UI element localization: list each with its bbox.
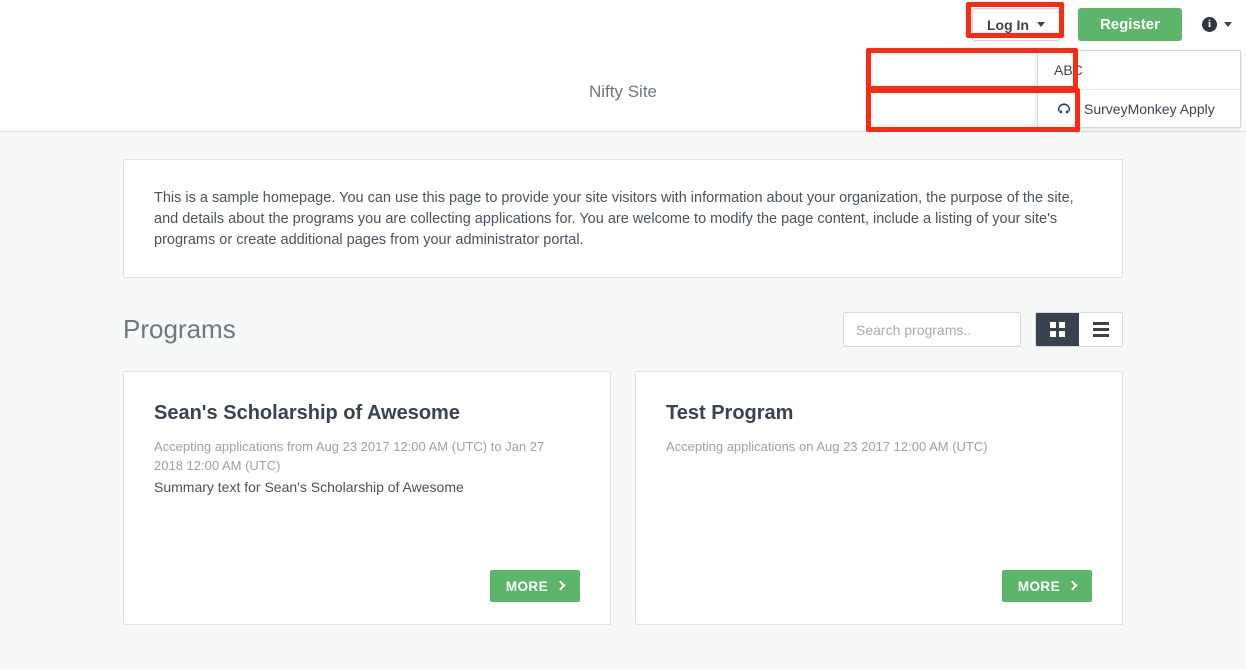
grid-view-button[interactable]: [1036, 313, 1079, 346]
chevron-right-icon: [555, 580, 566, 591]
more-button[interactable]: MORE: [489, 570, 580, 602]
more-button-label: MORE: [505, 578, 548, 594]
login-dropdown-menu[interactable]: ABC SurveyMonkey Apply: [1037, 50, 1241, 128]
programs-heading: Programs: [123, 314, 236, 344]
info-icon: i: [1202, 17, 1217, 32]
more-button-label: MORE: [1017, 578, 1060, 594]
view-toggle-group: [1035, 312, 1123, 347]
program-name: Test Program: [666, 402, 794, 424]
register-button[interactable]: Register: [1077, 8, 1182, 41]
intro-card: This is a sample homepage. You can use t…: [123, 159, 1123, 278]
programs-controls: [843, 312, 1123, 347]
program-dates: Accepting applications on Aug 23 2017 12…: [666, 439, 988, 454]
login-dropdown-item-label: ABC: [1054, 62, 1083, 78]
program-summary: Summary text for Sean's Scholarship of A…: [154, 479, 464, 495]
login-dropdown-item-label: SurveyMonkey Apply: [1084, 100, 1215, 117]
programs-toolbar: Programs: [123, 312, 1123, 347]
grid-icon: [1050, 322, 1065, 337]
login-button-label: Log In: [986, 16, 1029, 33]
list-icon: [1092, 322, 1109, 337]
site-header: Log In Register i ABC SurveyMonkey Apply: [0, 0, 1246, 132]
surveymonkey-logo-icon: [1054, 101, 1074, 117]
info-menu-button[interactable]: i: [1202, 17, 1232, 32]
program-name: Sean's Scholarship of Awesome: [154, 402, 460, 424]
main-content: This is a sample homepage. You can use t…: [123, 159, 1123, 625]
login-menu-wrapper: Log In: [971, 8, 1060, 41]
chevron-down-icon: [1224, 22, 1232, 27]
more-button[interactable]: MORE: [1001, 570, 1092, 602]
header-actions: Log In Register i: [971, 8, 1232, 41]
programs-grid: Sean's Scholarship of Awesome Accepting …: [123, 371, 1123, 625]
chevron-down-icon: [1036, 22, 1045, 27]
login-dropdown-item-surveymonkey-apply[interactable]: SurveyMonkey Apply: [1038, 89, 1240, 127]
program-card[interactable]: Sean's Scholarship of Awesome Accepting …: [123, 371, 611, 625]
login-dropdown-item-abc[interactable]: ABC: [1038, 51, 1240, 89]
intro-text: This is a sample homepage. You can use t…: [154, 190, 1074, 248]
program-card[interactable]: Test Program Accepting applications on A…: [635, 371, 1123, 625]
search-input[interactable]: [843, 312, 1021, 347]
login-button[interactable]: Log In: [971, 8, 1060, 41]
program-dates: Accepting applications from Aug 23 2017 …: [154, 439, 545, 473]
list-view-button[interactable]: [1079, 313, 1122, 346]
chevron-right-icon: [1067, 580, 1078, 591]
